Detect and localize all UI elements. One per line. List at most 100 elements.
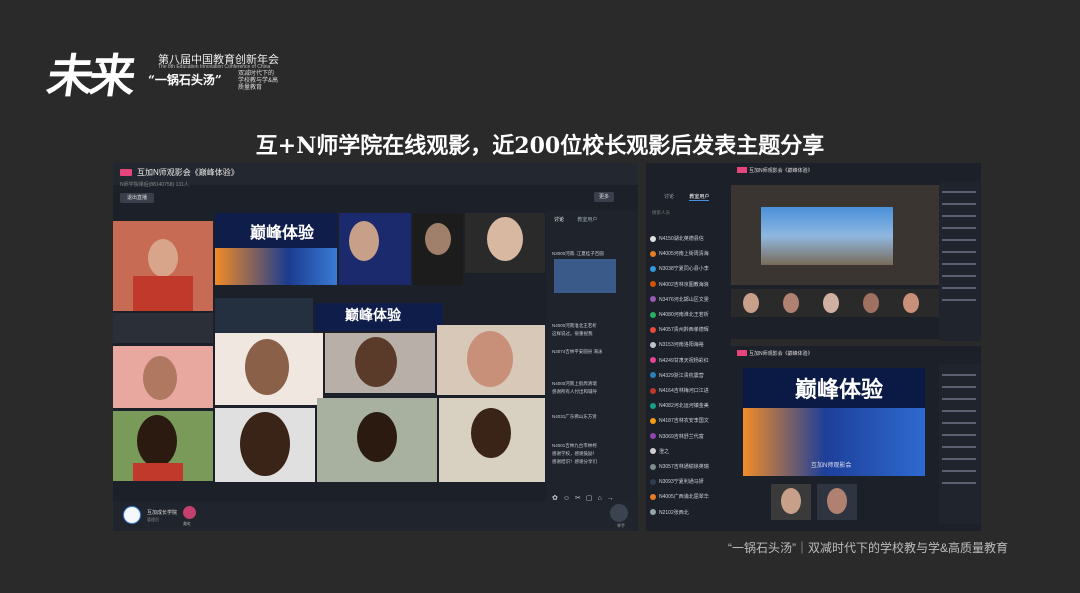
- user-avatar-icon: [650, 326, 656, 333]
- org-logo: [123, 506, 141, 524]
- user-list-item[interactable]: N4082河北运河镇金美: [650, 402, 709, 409]
- user-avatar-icon: [650, 296, 656, 303]
- chat-message: N4031广东佛山东方贤: [552, 414, 597, 419]
- meeting-bottombar: 互加成长学院 管理员 美虹 举手: [113, 501, 638, 531]
- user-name: N4187吉林农安李国文: [659, 418, 709, 425]
- chat-panel: [939, 364, 981, 524]
- user-list-item[interactable]: N4057贵州黔西孝德辉: [650, 326, 709, 333]
- user-avatar-icon: [650, 357, 656, 364]
- user-avatar-icon: [650, 250, 656, 257]
- chat-message: N4000河南上街周清瑞: [552, 381, 597, 386]
- user-avatar-icon: [650, 311, 656, 318]
- chat-message: 感谢结识！感谢分享们: [552, 459, 597, 464]
- video-tile: [817, 484, 857, 520]
- user-avatar-icon: [650, 372, 656, 379]
- user-name: N3069吉林舒兰代富: [659, 433, 704, 440]
- user-avatar-icon: [650, 478, 656, 485]
- user-avatar-icon: [650, 281, 656, 288]
- chat-message: 感谢学校，感谢鼓励！: [552, 451, 597, 456]
- video-tile: [325, 333, 435, 393]
- user-avatar-icon: [650, 418, 656, 425]
- user-list-item[interactable]: N3069吉林舒兰代富: [650, 433, 704, 440]
- user-list-item[interactable]: N2102张西北: [650, 509, 689, 516]
- video-tile: [113, 346, 213, 408]
- user-avatar-icon: [650, 433, 656, 440]
- chat-message: 感谢所有人付出和辅导: [552, 389, 597, 394]
- user-name: N4082河北运河镇金美: [659, 403, 709, 410]
- tab-classroom-users[interactable]: 教室用户: [689, 194, 710, 201]
- user-search-input[interactable]: 搜索人员: [652, 210, 724, 219]
- user-avatar-icon: [650, 494, 656, 501]
- video-tile-film-small: 巅峰体验: [315, 303, 443, 331]
- user-name: N3476河北邯山区文雯: [659, 296, 709, 303]
- exit-live-button[interactable]: 退出直播: [120, 193, 154, 203]
- chat-message: 这样说过。很重视我: [552, 331, 593, 336]
- user-list-item[interactable]: N4002吉林京图教海浪: [650, 281, 709, 288]
- slide-headline: 互+N师学院在线观影，近200位校长观影后发表主题分享: [255, 133, 825, 159]
- footer-caption: “一锅石头汤”｜双减时代下的学校教与学&高质量教育: [728, 541, 1008, 555]
- video-tile: [113, 411, 213, 481]
- org-name: 互加成长学院: [147, 510, 178, 516]
- chat-panel: 讨论 教室用户 N3000河南..江夏桂子百圆 N4000河南淮北王若析 这样说…: [546, 211, 638, 502]
- user-list-item[interactable]: N4005广西浦北屈翠华: [650, 493, 709, 500]
- user-avatar-icon: [650, 235, 656, 242]
- film-caption: 互加N师观影会: [811, 463, 852, 469]
- video-strip: [731, 289, 939, 317]
- shared-screen-video: [731, 185, 939, 285]
- more-button[interactable]: 更多: [594, 192, 614, 202]
- chat-image: [554, 259, 616, 293]
- user-list-item[interactable]: N4005河南上街周清海: [650, 250, 709, 257]
- user-list-item[interactable]: N3093宁夏利通马妍: [650, 478, 704, 485]
- video-tile: [215, 333, 323, 405]
- user-list-item[interactable]: 澄之: [650, 448, 669, 455]
- user-avatar-icon: [650, 387, 656, 394]
- video-tile: [113, 221, 213, 311]
- meeting-title: 互加N师观影会《巅峰体验》: [137, 168, 239, 177]
- user-list-item[interactable]: N4249甘肃天祝杨彩红: [650, 357, 709, 364]
- user-avatar-icon: [650, 402, 656, 409]
- user-name: N4002吉林京图教海浪: [659, 281, 709, 288]
- live-badge: [737, 350, 747, 356]
- raise-hand-button[interactable]: [610, 504, 628, 522]
- user-list-item[interactable]: N4164吉林梅河口江进: [650, 387, 709, 394]
- live-badge: [737, 167, 747, 173]
- user-name: N4164吉林梅河口江进: [659, 388, 709, 394]
- user-name: N3038宁夏同心县小李: [659, 266, 709, 273]
- chat-message: N3074吉林平安圆县 海泳: [552, 349, 603, 354]
- conference-subtitle: The 8th Education Innovation Conference …: [158, 64, 271, 70]
- video-tile: [339, 213, 411, 285]
- left-meeting-screenshot: 互加N师观影会《巅峰体验》 N师学院课后(88140758) 131人 退出直播…: [113, 163, 638, 531]
- user-name: N2102张西北: [659, 509, 689, 516]
- tab-discussion[interactable]: 讨论: [664, 194, 674, 200]
- user-avatar-icon: [650, 509, 656, 516]
- user-list-item[interactable]: N3038宁夏同心县小李: [650, 265, 709, 272]
- user-avatar-icon: [650, 266, 656, 273]
- user-name: N4329浙江贵杭震营: [659, 372, 704, 379]
- user-list-item[interactable]: N4150湖北英德县信: [650, 235, 704, 242]
- user-list-item[interactable]: N4080河南淮北王若析: [650, 311, 709, 318]
- live-badge: [120, 169, 132, 176]
- meeting-meta: N师学院课后(88140758) 131人: [120, 182, 189, 188]
- film-video: 巅峰体验 互加N师观影会: [743, 368, 925, 476]
- video-tile: [771, 484, 811, 520]
- avatar[interactable]: [183, 506, 196, 519]
- meeting-topbar: 互加N师观影会《巅峰体验》: [113, 163, 638, 185]
- raise-hand-label: 举手: [617, 523, 625, 528]
- user-list-item[interactable]: N4187吉林农安李国文: [650, 417, 709, 424]
- user-list-item[interactable]: N3476河北邯山区文雯: [650, 296, 709, 303]
- user-panel-tabs: 讨论 教室用户: [664, 193, 710, 201]
- video-tile: [437, 325, 545, 395]
- user-name: 澄之: [659, 448, 670, 455]
- avatar-label: 美虹: [183, 521, 191, 526]
- user-list-item[interactable]: N3057吉林通榆徐英瑞: [650, 463, 709, 470]
- user-list-item[interactable]: N4329浙江贵杭震营: [650, 372, 704, 379]
- tab-discussion[interactable]: 讨论: [554, 217, 564, 223]
- user-avatar-icon: [650, 342, 656, 349]
- user-name: N4057贵州黔西孝德辉: [659, 327, 709, 334]
- user-name: N3153河南洛阳海裕: [659, 342, 704, 349]
- film-banner: 巅峰体验: [795, 377, 884, 403]
- user-name: N3093宁夏利通马妍: [659, 479, 704, 486]
- user-list-item[interactable]: N3153河南洛阳海裕: [650, 341, 704, 348]
- tab-classroom-users[interactable]: 教室用户: [577, 217, 597, 223]
- chat-message: N4001吉林九台市林柯: [552, 443, 597, 448]
